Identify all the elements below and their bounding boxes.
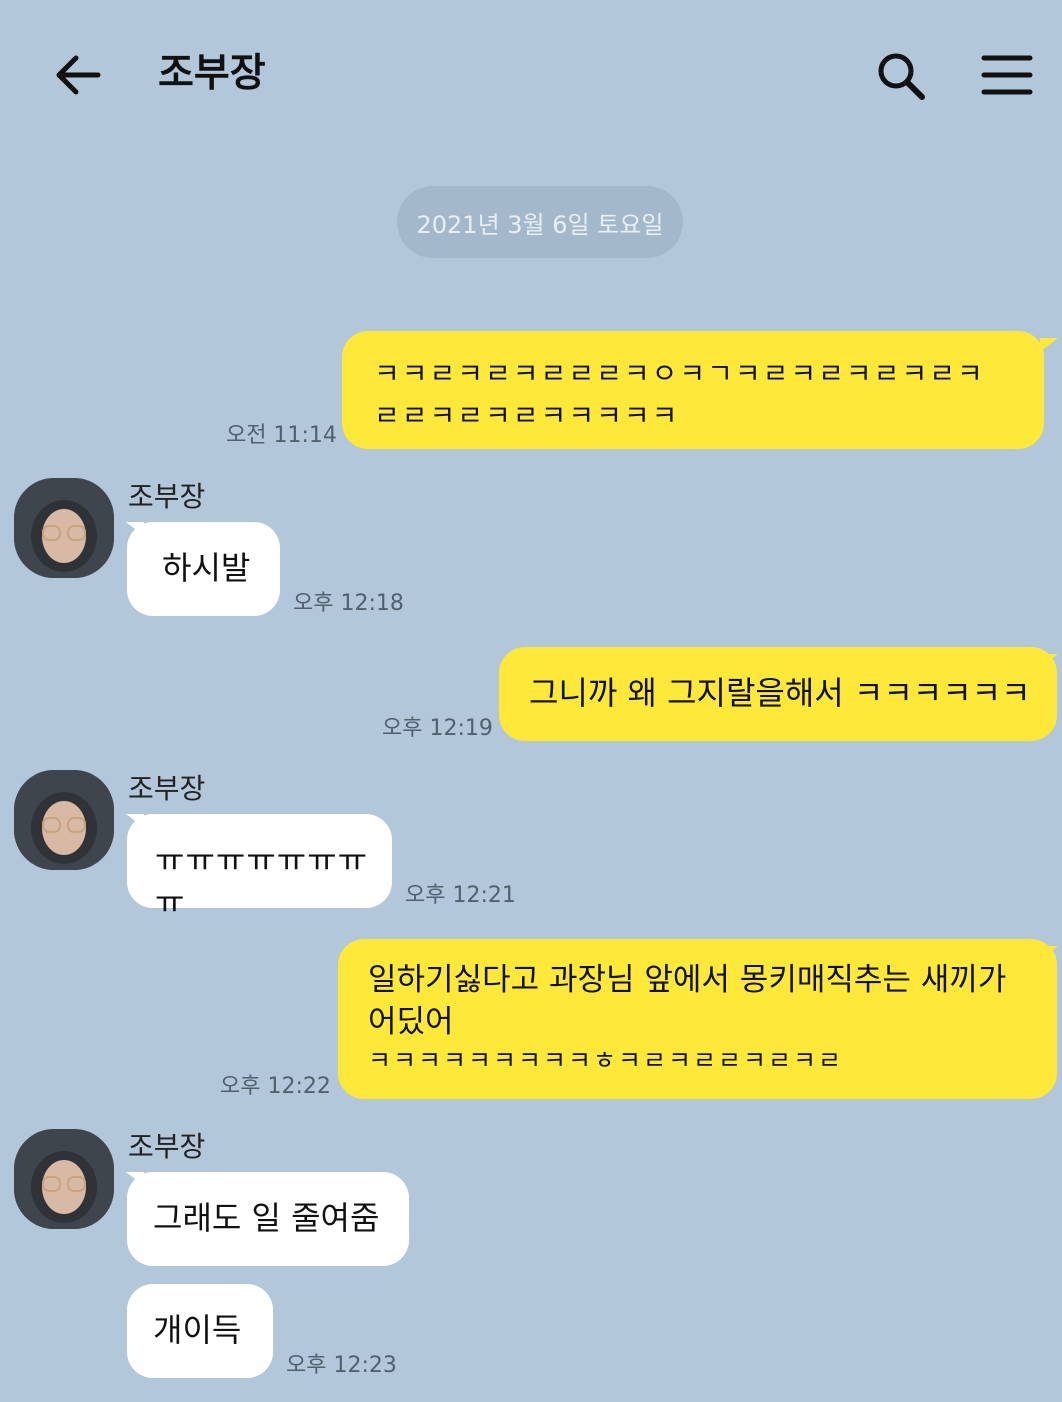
message-time: 오전 11:14 (226, 423, 337, 448)
message-line: 일하기싫다고 과장님 앞에서 몽키매직추는 새끼가 (368, 962, 1007, 998)
message-time: 오후 12:18 (293, 591, 404, 616)
chat-title: 조부장 (158, 51, 266, 96)
message-time: 오후 12:23 (286, 1353, 397, 1378)
profile-photo (14, 1129, 114, 1229)
menu-icon (981, 55, 1033, 95)
message-time: 오후 12:19 (382, 716, 493, 741)
message-line: 어딨어 (368, 1004, 454, 1040)
sender-name: 조부장 (128, 480, 206, 513)
message-time: 오후 12:21 (405, 883, 516, 908)
their-message-bubble[interactable]: 하시발 (127, 522, 280, 616)
menu-button[interactable] (978, 50, 1036, 100)
message-text: 하시발 (162, 549, 251, 587)
date-divider: 2021년 3월 6일 토요일 (397, 186, 683, 258)
message-time: 오후 12:22 (220, 1074, 331, 1099)
avatar[interactable] (14, 1129, 114, 1229)
bubble-tail (1040, 338, 1058, 352)
sender-name: 조부장 (128, 1130, 206, 1163)
avatar[interactable] (14, 770, 114, 870)
bubble-tail (1040, 946, 1058, 960)
search-icon (878, 53, 925, 100)
message-line: ㅋㅋㄹㅋㄹㅋㄹㄹㄹㅋㅇㅋㄱㅋㄹㅋㄹㅋㄹㅋㄹㅋ (374, 357, 985, 390)
message-line: ㄹㄹㅋㄹㅋㄹㅋㅋㅋㅋㅋ (374, 399, 680, 432)
search-button[interactable] (872, 48, 932, 104)
message-line: ㅋㅋㅋㅋㅋㅋㅋㅋㅋㅎㅋㄹㅋㄹㄹㅋㄹㅋㄹ (368, 1046, 844, 1075)
my-message-bubble[interactable]: 일하기싫다고 과장님 앞에서 몽키매직추는 새끼가 어딨어 ㅋㅋㅋㅋㅋㅋㅋㅋㅋㅎ… (338, 939, 1057, 1099)
their-message-bubble[interactable]: ㅠㅠㅠㅠㅠㅠㅠㅠ (127, 814, 392, 921)
their-message-bubble[interactable]: 개이득 (127, 1284, 273, 1378)
date-divider-label: 2021년 3월 6일 토요일 (416, 210, 664, 239)
sender-name: 조부장 (128, 772, 206, 805)
message-text: ㅠㅠㅠㅠㅠㅠㅠㅠ (155, 841, 369, 921)
their-message-bubble[interactable]: 그래도 일 줄여줌 (127, 1172, 409, 1266)
back-arrow-icon (56, 55, 101, 95)
avatar[interactable] (14, 478, 114, 578)
bubble-tail (1040, 654, 1058, 668)
profile-photo (14, 478, 114, 578)
message-text: 그니까 왜 그지랄을해서 ㅋㅋㅋㅋㅋㅋ (529, 674, 1031, 712)
back-button[interactable] (50, 50, 106, 100)
profile-photo (14, 770, 114, 870)
my-message-bubble[interactable]: 그니까 왜 그지랄을해서 ㅋㅋㅋㅋㅋㅋ (499, 647, 1057, 741)
my-message-bubble[interactable]: ㅋㅋㄹㅋㄹㅋㄹㄹㄹㅋㅇㅋㄱㅋㄹㅋㄹㅋㄹㅋㄹㅋ ㄹㄹㅋㄹㅋㄹㅋㅋㅋㅋㅋ (342, 331, 1044, 449)
message-text: 그래도 일 줄여줌 (153, 1199, 380, 1237)
message-text: 개이득 (153, 1311, 242, 1349)
